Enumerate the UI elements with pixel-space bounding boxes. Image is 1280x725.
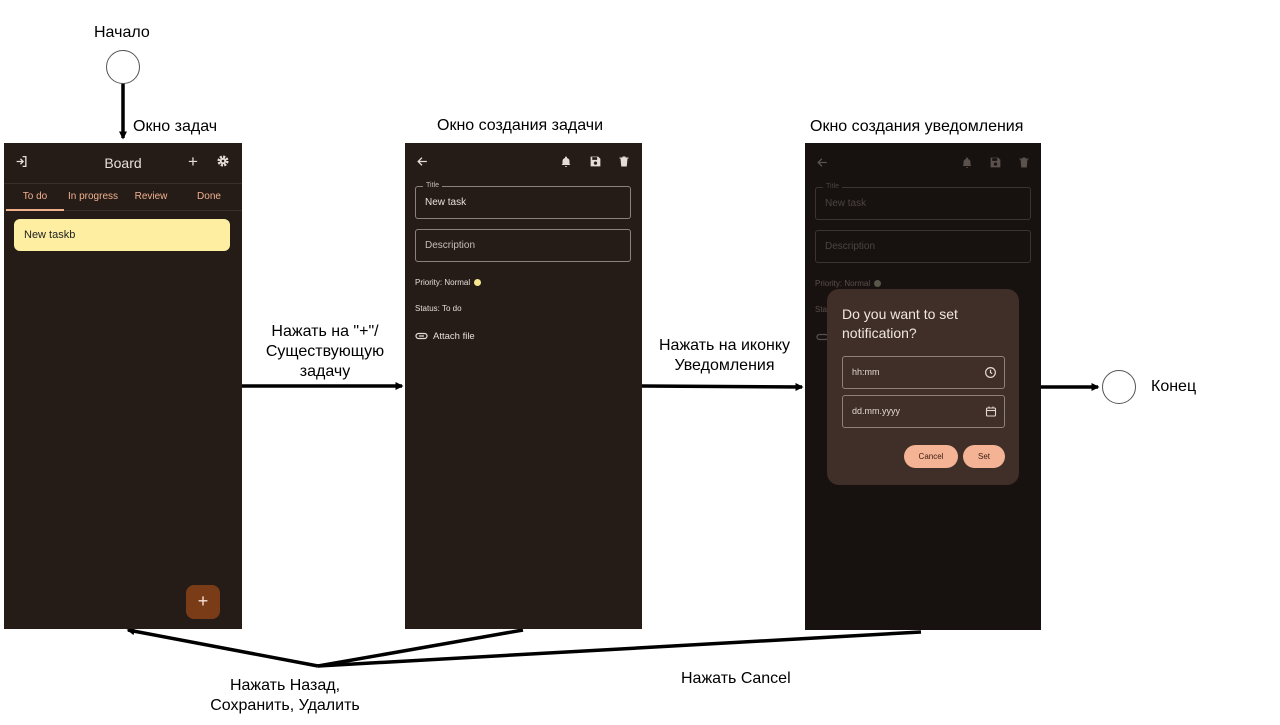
- priority-text: Priority: Normal: [815, 279, 871, 288]
- title-legend: Title: [423, 181, 442, 191]
- cancel-button[interactable]: Cancel: [904, 445, 958, 468]
- board-title: Board: [104, 155, 142, 171]
- title-field[interactable]: Title New task: [415, 181, 631, 219]
- tab-in-progress[interactable]: In progress: [64, 191, 122, 202]
- priority-dot: [874, 280, 882, 287]
- plus-icon[interactable]: +: [188, 153, 198, 170]
- bell-icon[interactable]: [560, 155, 572, 168]
- title-legend: Title: [823, 182, 842, 192]
- back-label: Нажать Назад, Сохранить, Удалить: [210, 677, 360, 714]
- priority-row[interactable]: Priority: Normal: [815, 279, 882, 288]
- notification-screen: Title New task Description Priority: Nor…: [805, 143, 1041, 630]
- time-placeholder: hh:mm: [852, 367, 880, 377]
- time-input[interactable]: hh:mm: [842, 356, 1005, 389]
- clock-icon[interactable]: [984, 366, 997, 379]
- board-screen-title: Окно задач: [133, 118, 218, 135]
- priority-row[interactable]: Priority: Normal: [415, 278, 482, 287]
- description-field[interactable]: Description: [415, 229, 631, 262]
- task-to-notification-label: Нажать на иконку Уведомления: [658, 337, 791, 374]
- calendar-icon[interactable]: [985, 405, 997, 418]
- end-node: [1102, 370, 1136, 404]
- gear-icon[interactable]: [216, 154, 230, 168]
- end-label: Конец: [1151, 378, 1197, 395]
- description-placeholder: Description: [425, 240, 476, 251]
- board-screen: Board + To do In progress Review Done Ne…: [4, 143, 242, 629]
- trash-icon[interactable]: [618, 155, 630, 168]
- tab-review[interactable]: Review: [122, 191, 180, 202]
- title-value: New task: [425, 197, 467, 208]
- board-tabs: To do In progress Review Done: [4, 183, 242, 211]
- notification-topbar: [805, 143, 1041, 181]
- attach-file-row[interactable]: Attach file: [415, 331, 475, 342]
- date-placeholder: dd.mm.yyyy: [852, 406, 901, 416]
- task-screen-title: Окно создания задачи: [437, 117, 604, 134]
- board-to-task-label: Нажать на "+"/ Существующую задачу: [265, 323, 385, 380]
- dialog-title: Do you want to set notification?: [842, 306, 958, 341]
- priority-text: Priority: Normal: [415, 278, 471, 287]
- date-input[interactable]: dd.mm.yyyy: [842, 395, 1005, 428]
- task-screen: Title New task Description Priority: Nor…: [405, 143, 642, 629]
- bell-icon[interactable]: [961, 156, 973, 169]
- back-to-board-arrow: [126, 627, 319, 668]
- set-button[interactable]: Set: [963, 445, 1005, 468]
- tab-done[interactable]: Done: [180, 191, 238, 202]
- task-card[interactable]: New taskb: [14, 219, 230, 251]
- status-row[interactable]: Status: To do: [415, 304, 462, 313]
- save-icon[interactable]: [589, 155, 602, 168]
- trash-icon[interactable]: [1018, 156, 1030, 169]
- tab-to-do[interactable]: To do: [6, 191, 64, 202]
- board-topbar: Board +: [4, 143, 242, 181]
- task-topbar: [405, 143, 642, 181]
- task-to-notification-arrow: [641, 382, 804, 391]
- description-placeholder: Description: [825, 241, 876, 252]
- paperclip-icon: [415, 332, 428, 340]
- back-arrow-icon[interactable]: [816, 156, 829, 169]
- start-label: Начало: [94, 24, 150, 41]
- cancel-label: Нажать Cancel: [681, 670, 791, 687]
- notification-dialog: Do you want to set notification? hh:mm d…: [827, 289, 1019, 485]
- add-task-fab[interactable]: +: [186, 585, 220, 619]
- title-field[interactable]: Title New task: [815, 182, 1031, 220]
- title-value: New task: [825, 198, 867, 209]
- attach-file-text: Attach file: [433, 331, 475, 342]
- start-node: [106, 50, 140, 84]
- save-icon[interactable]: [989, 156, 1002, 169]
- notification-screen-title: Окно создания уведомления: [810, 118, 1024, 135]
- status-text: Status: To do: [415, 304, 462, 313]
- back-arrow-icon[interactable]: [416, 155, 429, 168]
- tab-indicator: [6, 209, 64, 211]
- description-field[interactable]: Description: [815, 230, 1031, 263]
- priority-dot: [474, 279, 482, 286]
